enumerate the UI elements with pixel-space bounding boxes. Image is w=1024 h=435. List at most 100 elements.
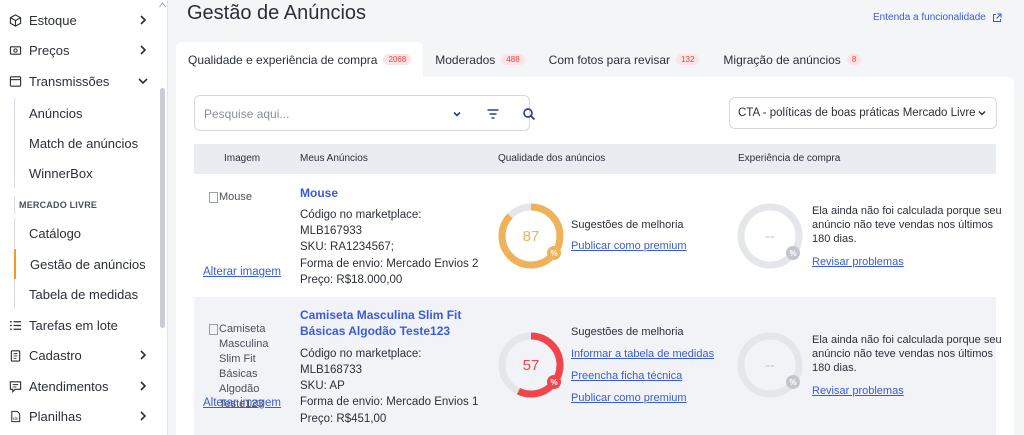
shipping-method: Forma de envio: Mercado Envios 1 bbox=[300, 396, 479, 408]
sidebar-item-tabela-de-medidas[interactable]: Tabela de medidas bbox=[14, 279, 160, 309]
sidebar-item-label: Catálogo bbox=[29, 225, 82, 241]
review-problems-link[interactable]: Revisar problemas bbox=[812, 256, 904, 268]
percent-icon: % bbox=[789, 249, 796, 258]
marketplace-code: MLB167933 bbox=[300, 225, 363, 237]
sidebar-item-catalogo[interactable]: Catálogo bbox=[14, 218, 160, 248]
filter-icon[interactable] bbox=[485, 106, 501, 122]
quality-action-link[interactable]: Publicar como premium bbox=[571, 240, 687, 252]
review-problems-link[interactable]: Revisar problemas bbox=[812, 385, 904, 397]
tab-migracao[interactable]: Migração de anúncios 8 bbox=[711, 42, 873, 77]
quality-action-link[interactable]: Informar a tabela de medidas bbox=[571, 348, 714, 360]
cta-filter-value: CTA - políticas de boas práticas Mercado… bbox=[738, 107, 976, 119]
help-link-label: Entenda a funcionalidade bbox=[873, 12, 986, 23]
chevron-down-icon bbox=[978, 111, 986, 116]
chevron-right-icon bbox=[140, 381, 147, 391]
experience-score-ring: --% bbox=[737, 332, 803, 398]
change-image-link[interactable]: Alterar imagem bbox=[203, 266, 281, 278]
marketplace-code: MLB168733 bbox=[300, 364, 363, 376]
sidebar-item-tarefas-em-lote[interactable]: Tarefas em lote bbox=[0, 310, 160, 340]
product-title-link[interactable]: Camiseta Masculina Slim Fit Básicas Algo… bbox=[300, 307, 480, 339]
change-image-link[interactable]: Alterar imagem bbox=[203, 397, 281, 409]
sidebar-section-mercado-livre: MERCADO LIVRE bbox=[14, 196, 160, 214]
sidebar-item-anuncios[interactable]: Anúncios bbox=[14, 98, 160, 128]
sidebar-item-label: Cadastro bbox=[29, 347, 82, 363]
quality-label: Sugestões de melhoria bbox=[571, 326, 684, 338]
sidebar-item-precos[interactable]: Preços bbox=[0, 35, 160, 65]
sidebar-item-label: Estoque bbox=[29, 12, 77, 28]
tab-qualidade[interactable]: Qualidade e experiência de compra 2068 bbox=[176, 42, 424, 77]
sidebar-item-gestao-de-anuncios[interactable]: Gestão de anúncios bbox=[14, 249, 160, 279]
experience-score-ring: --% bbox=[737, 203, 803, 269]
sidebar-item-label: Anúncios bbox=[29, 105, 83, 121]
cta-filter-select[interactable]: CTA - políticas de boas práticas Mercado… bbox=[729, 97, 997, 129]
ring-score-text: -- bbox=[765, 228, 775, 245]
tab-fotos-revisar[interactable]: Com fotos para revisar 132 bbox=[537, 42, 712, 77]
sidebar-item-label: Tabela de medidas bbox=[29, 286, 139, 302]
quality-action-link[interactable]: Publicar como premium bbox=[571, 392, 687, 404]
page-title: Gestão de Anúncios bbox=[187, 2, 367, 24]
ring-score-text: 87 bbox=[523, 228, 540, 245]
scroll-up-icon[interactable] bbox=[159, 2, 166, 8]
content-panel: CTA - políticas de boas práticas Mercado… bbox=[176, 77, 1014, 435]
tab-count-badge: 132 bbox=[676, 54, 700, 65]
tab-count-badge: 488 bbox=[501, 54, 525, 65]
chevron-right-icon bbox=[140, 15, 147, 25]
sidebar-item-planilhas[interactable]: xls Planilhas bbox=[0, 401, 160, 431]
tag-icon bbox=[8, 43, 22, 57]
price: Preço: R$18.000,00 bbox=[300, 274, 403, 286]
ring-score-text: -- bbox=[765, 357, 775, 374]
external-link-icon bbox=[992, 13, 1002, 22]
quality-label: Sugestões de melhoria bbox=[571, 219, 684, 231]
sidebar-item-cadastro[interactable]: Cadastro bbox=[0, 340, 160, 370]
sidebar-item-match-de-anuncios[interactable]: Match de anúncios bbox=[14, 128, 160, 158]
experience-text: Ela ainda não foi calculada porque seu a… bbox=[812, 334, 1002, 374]
marketplace-label: Código no marketplace: bbox=[300, 348, 422, 360]
broken-image-icon bbox=[209, 192, 218, 203]
quality-score-ring: 87% bbox=[498, 203, 564, 269]
shipping-method: Forma de envio: Mercado Envios 2 bbox=[300, 258, 479, 270]
percent-icon: % bbox=[550, 378, 557, 387]
chevron-down-icon bbox=[138, 78, 148, 85]
list-icon bbox=[8, 318, 22, 332]
sidebar-item-transmissoes[interactable]: Transmissões bbox=[0, 66, 160, 96]
svg-text:xls: xls bbox=[12, 416, 17, 421]
box-icon bbox=[8, 13, 22, 27]
chat-icon bbox=[8, 379, 22, 393]
sidebar-item-label: Match de anúncios bbox=[29, 135, 139, 151]
help-link[interactable]: Entenda a funcionalidade bbox=[873, 12, 1002, 23]
chevron-right-icon bbox=[140, 411, 147, 421]
sku: SKU: AP bbox=[300, 380, 345, 392]
search-icon[interactable] bbox=[521, 106, 537, 122]
section-label: MERCADO LIVRE bbox=[19, 200, 98, 210]
column-header-experiencia: Experiência de compra bbox=[738, 153, 841, 164]
chevron-right-icon bbox=[140, 350, 147, 360]
sidebar-item-label: Planilhas bbox=[29, 408, 82, 424]
quality-score-ring: 57% bbox=[498, 332, 564, 398]
tab-moderados[interactable]: Moderados 488 bbox=[423, 42, 536, 77]
product-title-link[interactable]: Mouse bbox=[300, 185, 338, 201]
price: Preço: R$451,00 bbox=[300, 413, 387, 425]
quality-action-link[interactable]: Preencha ficha técnica bbox=[571, 370, 682, 382]
sidebar-scrollbar[interactable] bbox=[160, 88, 165, 328]
percent-icon: % bbox=[789, 378, 796, 387]
percent-icon: % bbox=[550, 249, 557, 258]
sku: SKU: RA1234567; bbox=[300, 241, 394, 253]
sidebar-item-estoque[interactable]: Estoque bbox=[0, 5, 160, 35]
column-header-imagem: Imagem bbox=[224, 153, 261, 164]
broken-image-icon bbox=[209, 324, 218, 335]
table-row: Mouse Alterar imagem Mouse Código no mar… bbox=[194, 174, 1002, 297]
sidebar-item-winnerbox[interactable]: WinnerBox bbox=[14, 158, 160, 188]
column-header-meus-anuncios: Meus Anúncios bbox=[300, 153, 368, 164]
tab-label: Moderados bbox=[435, 52, 496, 67]
table-row: Camiseta Masculina Slim Fit Básicas Algo… bbox=[194, 297, 1002, 435]
transmission-icon bbox=[8, 74, 22, 88]
ring-score-text: 57 bbox=[523, 357, 540, 374]
search-input[interactable] bbox=[204, 105, 434, 123]
chevron-down-icon[interactable] bbox=[449, 106, 465, 122]
marketplace-label: Código no marketplace: bbox=[300, 209, 422, 221]
sidebar-item-label: Gestão de anúncios bbox=[30, 256, 146, 272]
product-image: Mouse bbox=[209, 190, 252, 205]
sidebar-item-label: Tarefas em lote bbox=[29, 317, 118, 333]
search-box bbox=[194, 95, 536, 131]
sidebar-item-atendimentos[interactable]: Atendimentos bbox=[0, 371, 160, 401]
